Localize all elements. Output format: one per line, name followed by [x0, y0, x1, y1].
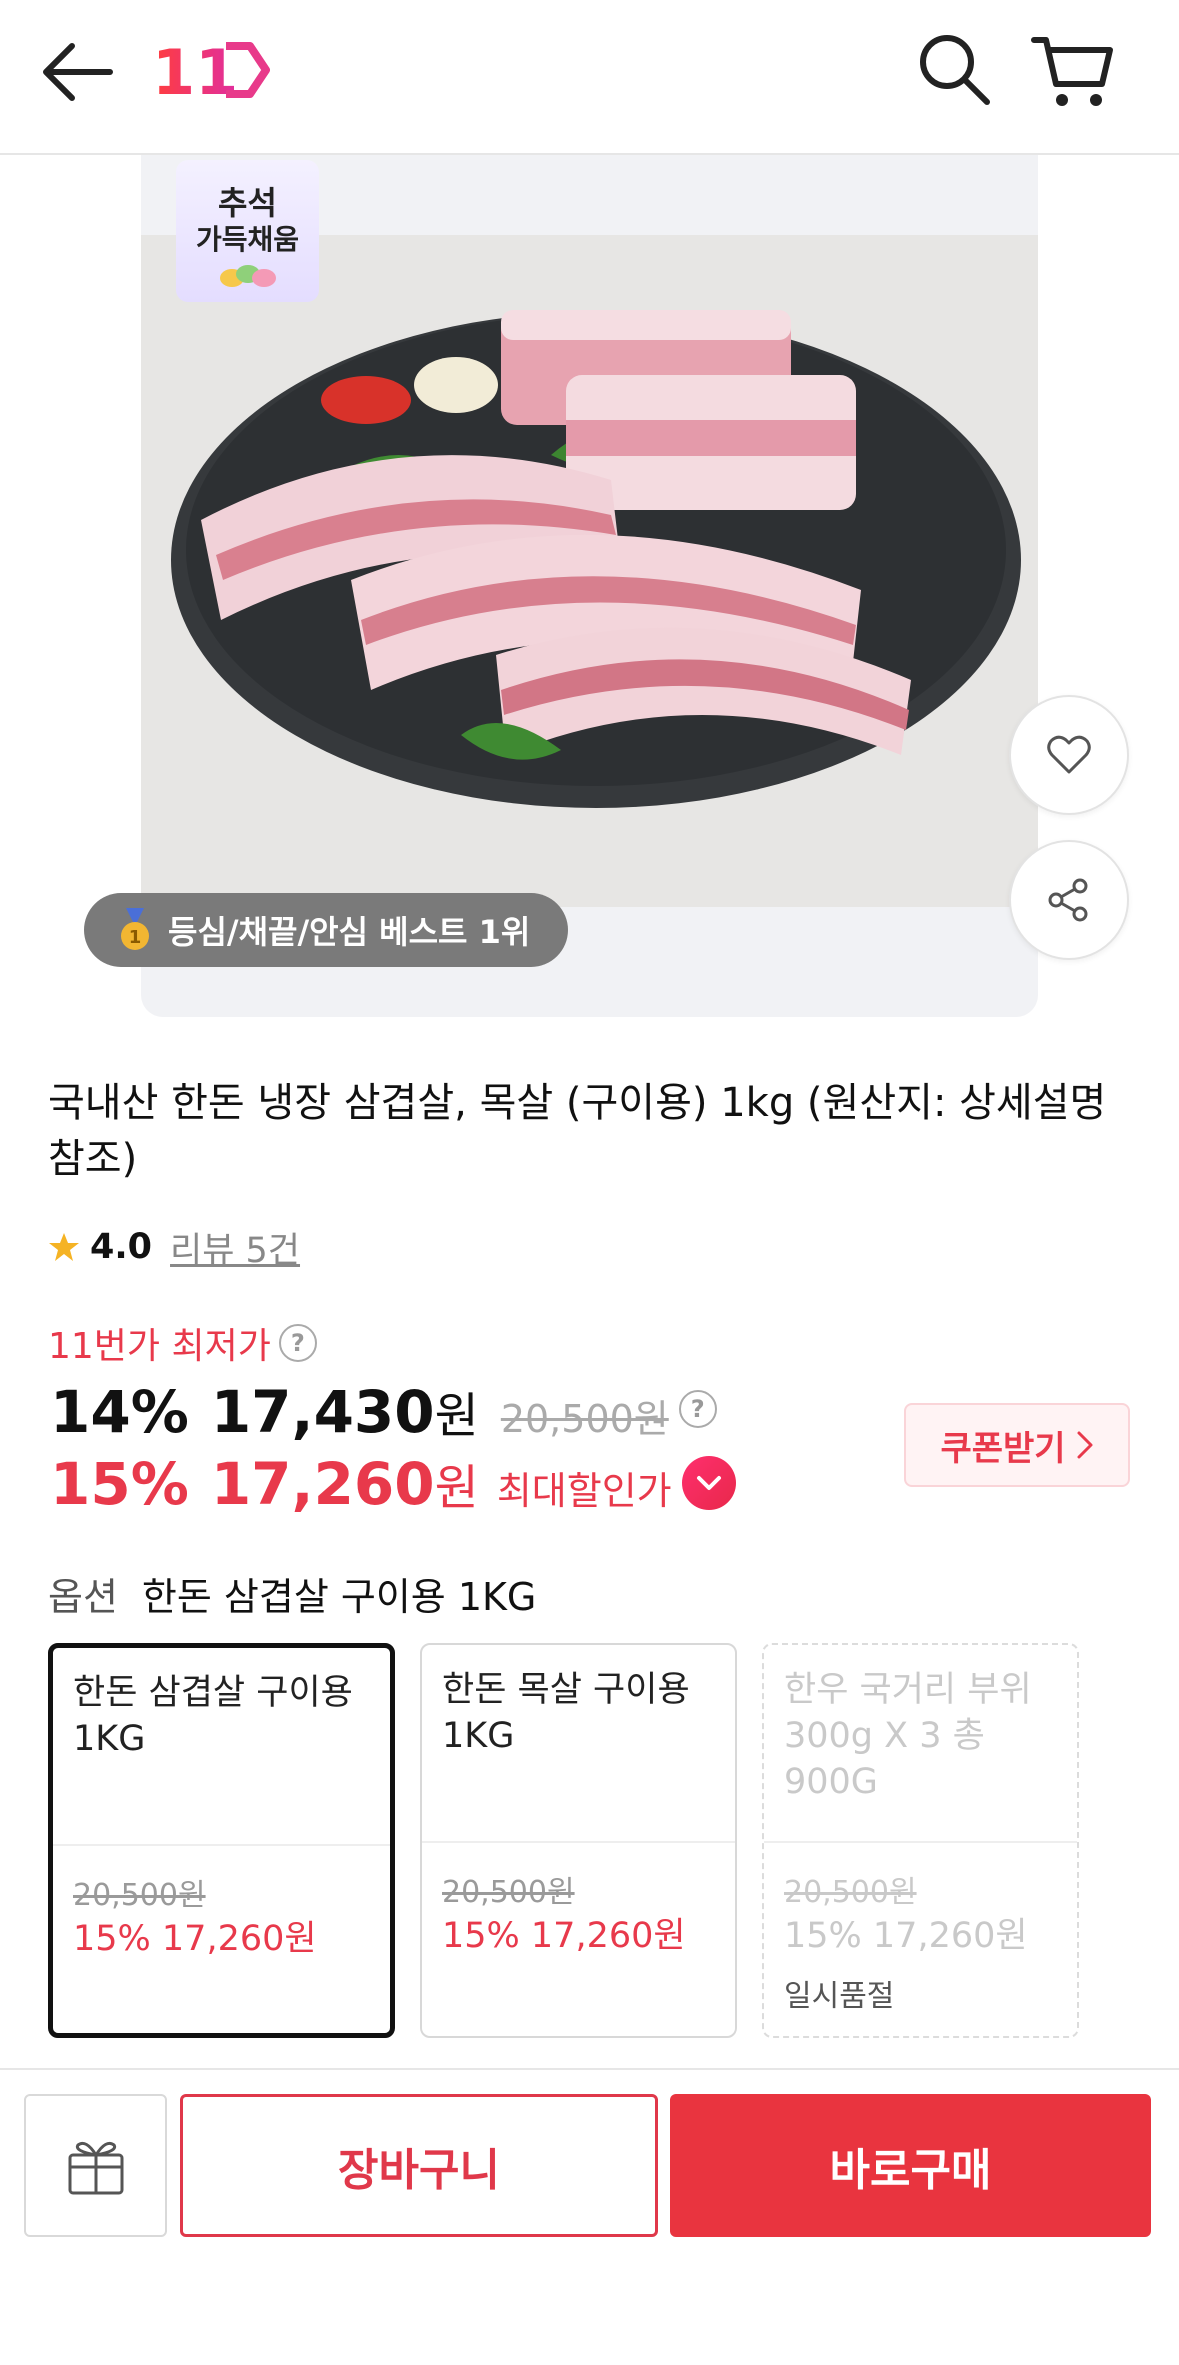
search-button[interactable]: [915, 30, 995, 110]
rank-badge-text: 등심/채끝/안심 베스트 1위: [168, 913, 531, 951]
medal-icon: 1: [121, 908, 149, 950]
gift-button[interactable]: [24, 2094, 167, 2237]
cart-icon: [1031, 37, 1113, 106]
discount-percent: 14%: [50, 1378, 189, 1446]
chevron-down-icon: [696, 1476, 721, 1490]
lowest-price-label: 11번가 최저가 ?: [48, 1318, 317, 1368]
heart-icon: [1047, 735, 1091, 774]
option-original-price: 20,500원: [442, 1875, 575, 1910]
product-title: 국내산 한돈 냉장 삼겹살, 목살 (구이용) 1kg (원산지: 상세설명 참…: [48, 1080, 1107, 1182]
cart-button[interactable]: [1030, 28, 1116, 114]
buy-now-button[interactable]: 바로구매: [670, 2094, 1151, 2237]
share-icon: [1048, 878, 1088, 922]
svg-text:1: 1: [129, 927, 142, 948]
gift-icon: [68, 2141, 123, 2194]
option-name: 한돈 삼겹살 구이용 1KG: [73, 1673, 353, 1759]
star-icon: [49, 1233, 79, 1261]
rating-score: 4.0: [90, 1227, 153, 1267]
option-sale-price: 15% 17,260원: [442, 1916, 686, 1956]
lowest-price-text: 11번가 최저가: [48, 1326, 271, 1367]
option-original-price: 20,500원: [73, 1878, 206, 1913]
original-price: 20,500원: [500, 1397, 669, 1441]
option-sale-price: 15% 17,260원: [784, 1916, 1028, 1956]
option-divider: [53, 1844, 390, 1846]
product-photo: [141, 235, 1038, 907]
wishlist-button[interactable]: [1009, 695, 1129, 815]
option-header: 옵션 한돈 삼겹살 구이용 1KG: [48, 1565, 536, 1621]
reviews-link[interactable]: 리뷰 5건: [170, 1222, 300, 1273]
arrow-left-icon: [43, 43, 113, 101]
option-name: 한우 국거리 부위 300g X 3 총 900G: [784, 1670, 1032, 1802]
songpyeon-icon: [220, 265, 276, 287]
share-button[interactable]: [1009, 840, 1129, 960]
max-discount-price: 17,260: [210, 1450, 435, 1518]
sale-price: 17,430: [210, 1378, 435, 1446]
coupon-button-label: 쿠폰받기: [940, 1428, 1066, 1469]
add-to-cart-label: 장바구니: [338, 2144, 500, 2196]
buy-now-label: 바로구매: [829, 2144, 992, 2196]
chevron-right-icon: [1077, 1431, 1093, 1459]
option-card-pork-belly[interactable]: 한돈 삼겹살 구이용 1KG 20,500원 15% 17,260원: [48, 1643, 395, 2038]
option-card-pork-neck[interactable]: 한돈 목살 구이용 1KG 20,500원 15% 17,260원: [420, 1643, 737, 2038]
chuseok-promo-sticker: 추석 가득채움: [176, 160, 319, 302]
coupon-button[interactable]: 쿠폰받기: [904, 1403, 1130, 1487]
bottom-action-bar: 장바구니 바로구매: [0, 2068, 1179, 2365]
price-help-icon[interactable]: ?: [678, 1390, 717, 1428]
max-discount-unit: 원: [434, 1460, 479, 1516]
option-name: 한돈 목살 구이용 1KG: [442, 1670, 690, 1756]
search-icon: [920, 35, 990, 105]
best-rank-badge[interactable]: 1 등심/채끝/안심 베스트 1위: [84, 893, 569, 967]
max-discount-percent: 15%: [50, 1450, 189, 1518]
max-discount-row: 15% 17,260 원 최대할인가: [50, 1448, 736, 1518]
back-button[interactable]: [36, 36, 120, 108]
lowest-price-help-icon[interactable]: ?: [278, 1324, 317, 1362]
option-selected-value: 한돈 삼겹살 구이용 1KG: [141, 1574, 537, 1619]
option-divider: [422, 1841, 735, 1843]
promo-line2: 가득채움: [195, 223, 300, 256]
option-card-hanwoo-soup-cut[interactable]: 한우 국거리 부위 300g X 3 총 900G 20,500원 15% 17…: [762, 1643, 1079, 2038]
sale-price-unit: 원: [434, 1388, 479, 1444]
max-discount-label: 최대할인가: [496, 1469, 672, 1513]
option-label: 옵션: [48, 1574, 118, 1619]
option-original-price: 20,500원: [784, 1875, 917, 1910]
option-divider: [764, 1841, 1077, 1843]
product-image-area[interactable]: 추석 가득채움: [141, 155, 1038, 1017]
option-sale-price: 15% 17,260원: [73, 1919, 317, 1959]
max-discount-expand-button[interactable]: [681, 1456, 736, 1510]
option-soldout-status: 일시품절: [784, 1979, 895, 2014]
top-app-bar: 11: [0, 0, 1179, 155]
price-row: 14% 17,430 원 20,500원 ?: [50, 1376, 717, 1446]
add-to-cart-button[interactable]: 장바구니: [180, 2094, 658, 2237]
11st-logo[interactable]: 11: [150, 36, 270, 109]
rating-row: 4.0 리뷰 5건: [48, 1222, 300, 1272]
logo-text: 11: [152, 36, 238, 104]
